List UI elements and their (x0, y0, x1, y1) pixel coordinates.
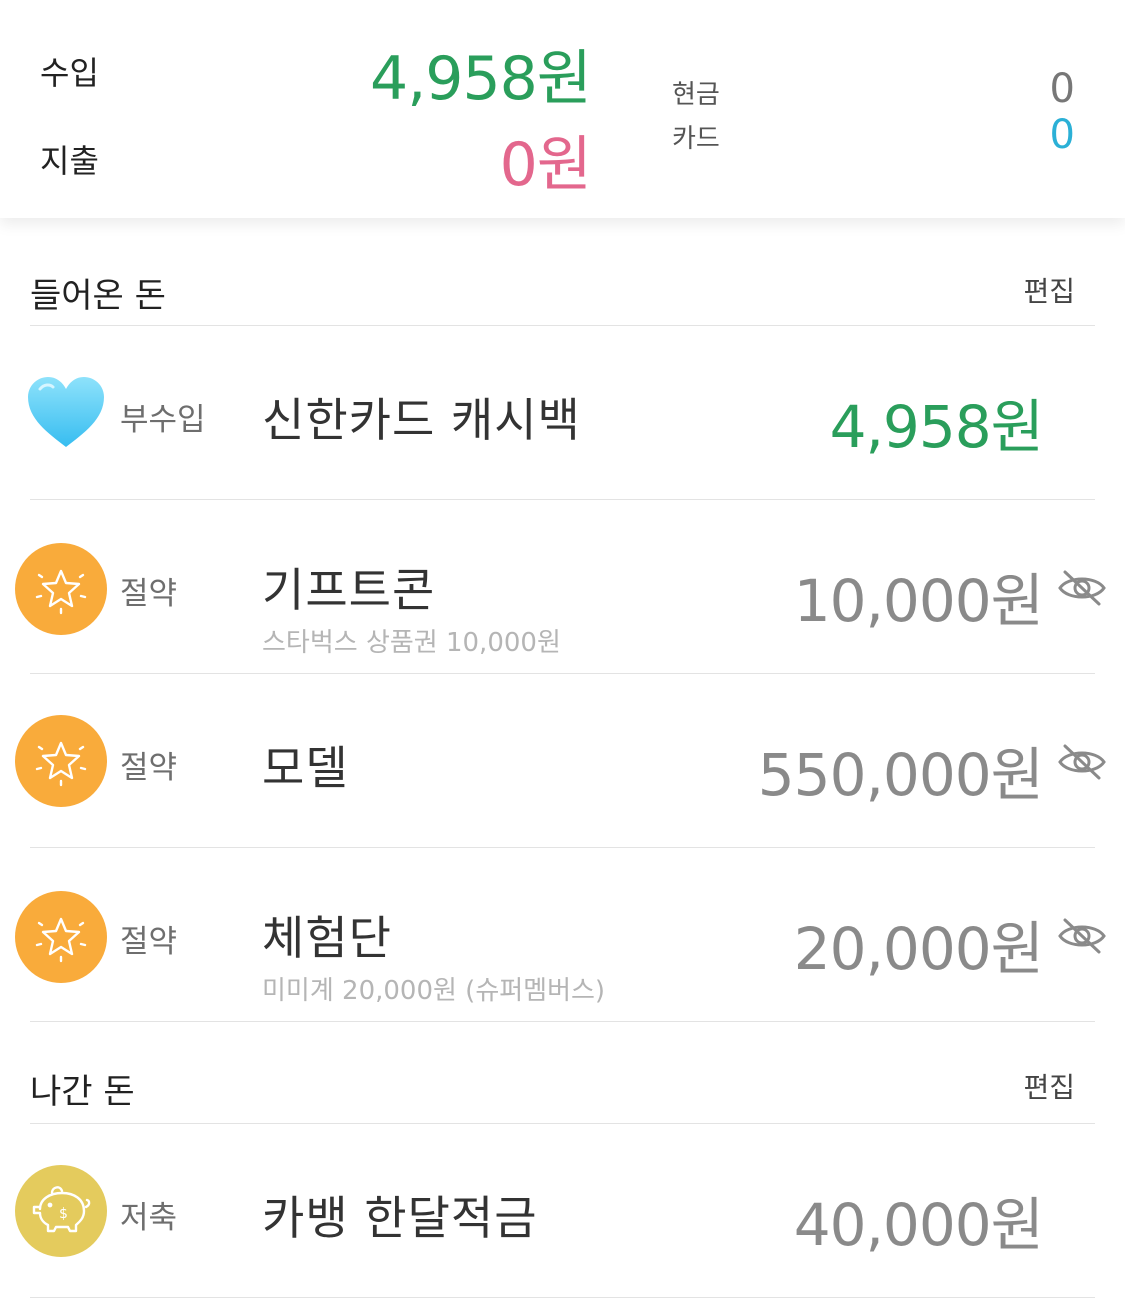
item-name: 체험단 (262, 911, 392, 965)
category-label: 절약 (120, 750, 178, 786)
card-label: 카드 (672, 124, 720, 154)
item-name: 카뱅 한달적금 (262, 1191, 538, 1245)
category-label: 절약 (120, 924, 178, 960)
item-name: 모델 (262, 741, 349, 795)
eye-slash-icon[interactable] (1057, 568, 1107, 608)
cash-label: 현금 (672, 80, 720, 110)
income-edit-button[interactable]: 편집 (1023, 270, 1075, 310)
category-label: 부수입 (120, 402, 206, 438)
divider (30, 1020, 1095, 1022)
item-name: 신한카드 캐시백 (262, 393, 581, 447)
list-item[interactable]: 절약 체험단 미미계 20,000원 (슈퍼멤버스) 20,000원 (0, 848, 1125, 1022)
star-icon (15, 891, 107, 983)
eye-slash-icon[interactable] (1057, 916, 1107, 956)
divider (30, 1296, 1095, 1298)
category-label: 절약 (120, 576, 178, 612)
item-amount: 550,000원 (757, 741, 1044, 809)
expense-section-header: 나간 돈 편집 (30, 1040, 1095, 1124)
blue-heart-icon (20, 367, 112, 459)
svg-text:$: $ (59, 1206, 68, 1222)
income-total: 4,958원 (370, 44, 592, 114)
piggy-bank-icon: $ (15, 1165, 107, 1257)
list-item[interactable]: 절약 기프트콘 스타벅스 상품권 10,000원 10,000원 (0, 500, 1125, 674)
list-item[interactable]: 절약 모델 550,000원 (0, 674, 1125, 848)
list-item[interactable]: 부수입 신한카드 캐시백 4,958원 (0, 326, 1125, 500)
expense-section-title: 나간 돈 (30, 1072, 135, 1112)
star-icon (15, 543, 107, 635)
item-amount: 10,000원 (793, 567, 1044, 635)
item-memo: 스타벅스 상품권 10,000원 (262, 628, 561, 658)
item-amount: 20,000원 (793, 915, 1044, 983)
category-label: 저축 (120, 1200, 178, 1236)
income-label: 수입 (40, 54, 99, 92)
item-amount: 40,000원 (793, 1191, 1044, 1259)
expense-label: 지출 (40, 142, 99, 180)
expense-edit-button[interactable]: 편집 (1023, 1066, 1075, 1106)
income-section-header: 들어온 돈 편집 (30, 240, 1095, 326)
cash-value: 0 (1049, 66, 1075, 112)
item-memo: 미미계 20,000원 (슈퍼멤버스) (262, 976, 606, 1006)
income-section-title: 들어온 돈 (30, 276, 166, 316)
star-icon (15, 715, 107, 807)
item-amount: 4,958원 (829, 393, 1044, 461)
item-name: 기프트콘 (262, 563, 436, 617)
eye-slash-icon[interactable] (1057, 742, 1107, 782)
card-value: 0 (1049, 112, 1075, 158)
expense-total: 0원 (499, 130, 592, 200)
list-item[interactable]: $ 저축 카뱅 한달적금 40,000원 (0, 1124, 1125, 1298)
summary-card: 수입 4,958원 지출 0원 현금 0 카드 0 (0, 0, 1125, 218)
